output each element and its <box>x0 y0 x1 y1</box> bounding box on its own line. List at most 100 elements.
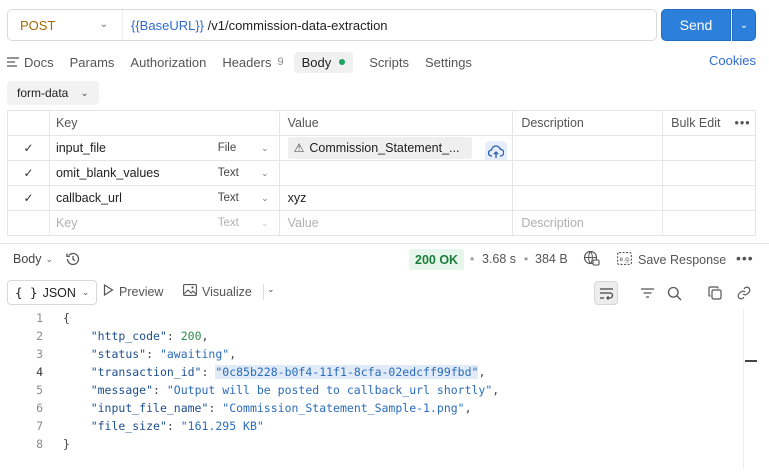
send-button[interactable]: Send <box>661 9 731 41</box>
code-text: } <box>63 437 70 451</box>
tab-headers[interactable]: Headers 9 <box>222 55 283 70</box>
upload-icon[interactable] <box>484 141 507 160</box>
wrap-lines-icon[interactable] <box>594 281 618 305</box>
visualize-options-icon[interactable]: ⌄ <box>267 284 275 295</box>
save-response-button[interactable]: e.g. Save Response <box>617 252 726 268</box>
tab-settings[interactable]: Settings <box>425 55 472 70</box>
url-input[interactable]: {{BaseURL}} /v1/commission-data-extracti… <box>123 18 388 33</box>
row-value-input[interactable]: xyz <box>280 186 514 210</box>
tab-scripts[interactable]: Scripts <box>369 55 409 70</box>
table-row: ✓ callback_url Text ⌄ xyz <box>8 186 756 211</box>
link-icon[interactable] <box>732 281 756 305</box>
row-type-select[interactable]: Text ⌄ <box>214 186 280 210</box>
new-key-input[interactable]: Key <box>50 211 214 235</box>
code-line: 1 { <box>0 309 740 327</box>
row-key-input[interactable]: callback_url <box>50 186 214 210</box>
tab-label: Authorization <box>130 54 207 70</box>
json-value: "161.295 KB" <box>180 419 264 433</box>
chevron-down-icon: ⌄ <box>45 253 54 264</box>
file-chip[interactable]: ⚠ Commission_Statement_... <box>287 137 472 159</box>
divider <box>263 284 264 300</box>
row-type-select[interactable]: Text ⌄ <box>214 161 280 185</box>
more-options-icon[interactable]: ••• <box>734 116 750 130</box>
svg-text:e.g.: e.g. <box>620 256 631 263</box>
row-value-input[interactable] <box>280 161 514 185</box>
new-value-input[interactable]: Value <box>280 211 514 235</box>
more-options-icon[interactable]: ••• <box>736 250 754 266</box>
globe-lock-icon[interactable] <box>583 250 600 270</box>
status-badge[interactable]: 200 OK <box>409 249 465 270</box>
line-number: 4 <box>36 365 43 379</box>
response-time[interactable]: 3.68 s <box>482 252 516 266</box>
copy-icon[interactable] <box>703 281 727 305</box>
request-url-bar: POST ⌄ {{BaseURL}} /v1/commission-data-e… <box>7 9 657 41</box>
save-response-label: Save Response <box>638 253 727 267</box>
tab-params[interactable]: Params <box>70 55 115 70</box>
response-size[interactable]: 384 B <box>535 252 568 266</box>
visualize-label: Visualize <box>202 284 252 299</box>
headers-count: 9 <box>277 56 284 68</box>
line-number: 8 <box>36 437 43 451</box>
json-value: "Commission_Statement_Sample-1.png" <box>222 401 465 415</box>
table-row: ✓ omit_blank_values Text ⌄ <box>8 161 756 186</box>
tab-docs[interactable]: Docs <box>7 55 54 70</box>
table-row-placeholder: Key Text ⌄ Value Description <box>8 211 756 236</box>
filter-icon[interactable] <box>635 281 659 305</box>
new-type-select[interactable]: Text ⌄ <box>214 211 280 235</box>
body-mode-select[interactable]: form-data ⌄ <box>7 81 99 105</box>
row-key-input[interactable]: omit_blank_values <box>50 161 214 185</box>
response-body-select[interactable]: Body ⌄ <box>13 252 53 266</box>
response-json-viewer[interactable]: 1 { 2 "http_code": 200, 3 "status": "awa… <box>0 309 740 453</box>
code-line: 2 "http_code": 200, <box>0 327 740 345</box>
row-type-select[interactable]: File ⌄ <box>214 136 280 160</box>
row-checkbox[interactable]: ✓ <box>8 186 50 210</box>
json-value: "awaiting" <box>159 347 230 361</box>
column-header-value: Value <box>280 111 514 135</box>
response-body-label: Body <box>13 252 42 266</box>
image-icon <box>183 284 197 299</box>
warning-icon: ⚠ <box>293 141 305 155</box>
row-description-input[interactable] <box>513 186 664 210</box>
line-number: 3 <box>36 347 43 361</box>
row-description-input[interactable] <box>513 161 664 185</box>
bulk-edit-button[interactable]: Bulk Edit ••• <box>663 111 756 135</box>
row-checkbox[interactable]: ✓ <box>8 161 50 185</box>
scrollbar[interactable] <box>743 309 757 469</box>
chevron-down-icon: ⌄ <box>261 193 269 203</box>
search-icon[interactable] <box>662 281 686 305</box>
code-line: 8 } <box>0 435 740 453</box>
row-checkbox[interactable]: ✓ <box>8 136 50 160</box>
json-key: "status" <box>90 347 147 361</box>
tab-body[interactable]: Body <box>293 51 354 73</box>
row-description-input[interactable] <box>513 136 664 160</box>
tab-label: Headers <box>222 54 272 70</box>
row-key-input[interactable]: input_file <box>50 136 214 160</box>
visualize-button[interactable]: Visualize <box>183 284 252 299</box>
json-key: "file_size" <box>90 419 167 433</box>
json-comma: , <box>492 383 500 397</box>
row-value-file[interactable]: ⚠ Commission_Statement_... <box>280 136 514 160</box>
url-path: /v1/commission-data-extraction <box>204 17 388 33</box>
json-value-selected: "0c85b228-b0f4-11f1-8cfa-02edcff99fbd" <box>215 365 479 379</box>
preview-label: Preview <box>119 284 164 299</box>
json-key: "message" <box>90 383 154 397</box>
method-select[interactable]: POST ⌄ <box>8 10 123 40</box>
row-type-label: Text <box>217 192 239 204</box>
cookies-link[interactable]: Cookies <box>709 53 756 68</box>
format-select[interactable]: { } JSON ⌄ <box>7 280 98 305</box>
tab-label: Params <box>69 54 115 70</box>
line-number: 2 <box>36 329 43 343</box>
history-icon[interactable] <box>65 251 81 270</box>
docs-icon <box>7 55 19 70</box>
code-line: 5 "message": "Output will be posted to c… <box>0 381 740 399</box>
request-tabs: Docs Params Authorization Headers 9 Body … <box>7 50 488 74</box>
checkmark-icon: ✓ <box>23 191 34 205</box>
send-options-button[interactable]: ⌄ <box>732 9 756 41</box>
tab-authorization[interactable]: Authorization <box>130 55 206 70</box>
chevron-down-icon: ⌄ <box>261 218 269 228</box>
column-header-key: Key <box>55 116 78 130</box>
json-value: 200 <box>180 329 202 343</box>
new-description-input[interactable]: Description <box>513 211 664 235</box>
preview-button[interactable]: Preview <box>103 283 164 299</box>
url-variable: {{BaseURL}} <box>131 17 205 33</box>
